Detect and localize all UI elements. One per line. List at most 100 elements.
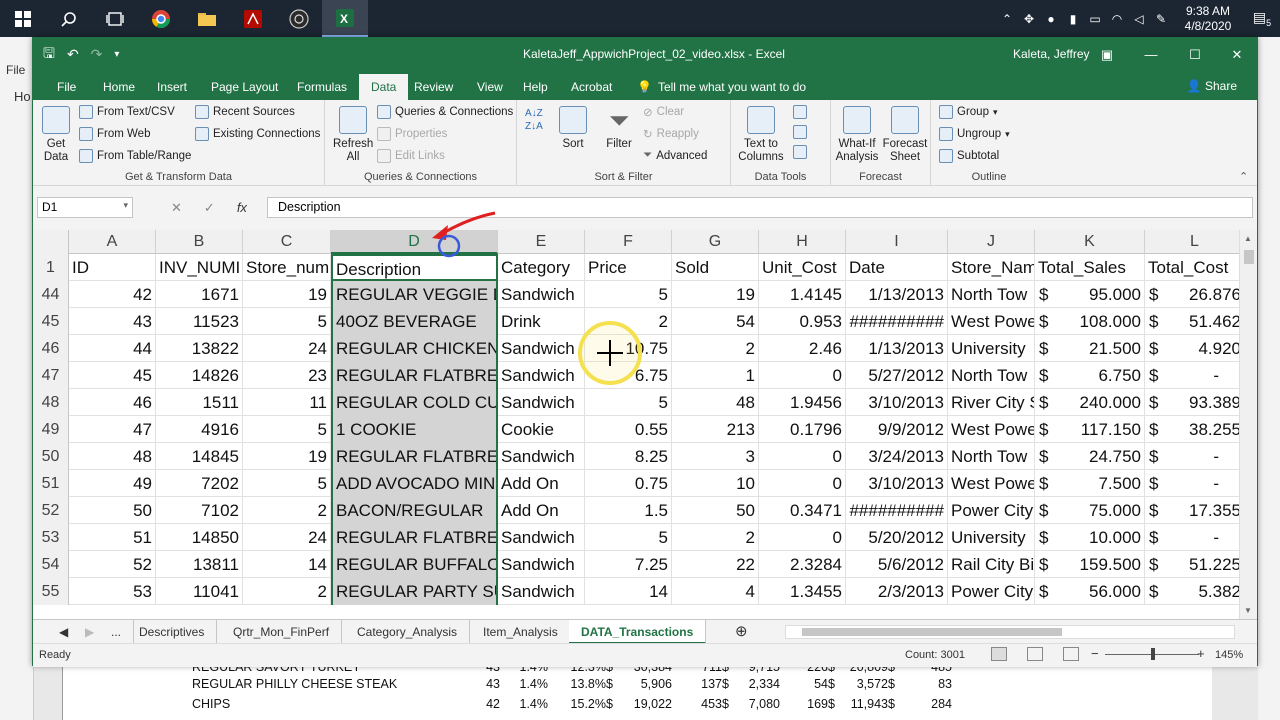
cell-A[interactable]: 42 [69, 281, 156, 308]
cell-E[interactable]: Add On [498, 470, 585, 497]
cell-H[interactable]: 0.1796 [759, 416, 846, 443]
cell-K[interactable]: $56.000 [1035, 578, 1145, 605]
cell-H[interactable]: 2.3284 [759, 551, 846, 578]
cell-A[interactable]: 43 [69, 308, 156, 335]
cell-G[interactable]: 2 [672, 524, 759, 551]
cell-K[interactable]: $7.500 [1035, 470, 1145, 497]
search-icon[interactable] [46, 0, 92, 37]
save-icon[interactable]: 🖫 [43, 43, 55, 67]
existing-connections-button[interactable]: Existing Connections [195, 127, 320, 141]
clock[interactable]: 9:38 AM 4/8/2020 [1172, 4, 1244, 34]
task-view-icon[interactable] [92, 0, 138, 37]
cell-E[interactable]: Sandwich [498, 551, 585, 578]
cell-L[interactable]: $ - [1145, 362, 1239, 389]
maximize-button[interactable]: ☐ [1173, 38, 1217, 71]
start-icon[interactable] [0, 0, 46, 37]
cell-K[interactable]: $24.750 [1035, 443, 1145, 470]
cell-K[interactable]: $159.500 [1035, 551, 1145, 578]
get-data-button[interactable]: Get Data [39, 106, 73, 164]
cell-A[interactable]: 47 [69, 416, 156, 443]
cell-A[interactable]: 48 [69, 443, 156, 470]
cell-F[interactable]: 10.75 [585, 335, 672, 362]
cell-I[interactable]: 5/20/2012 [846, 524, 948, 551]
group-button[interactable]: Group ▾ [939, 105, 998, 119]
data-validation-icon[interactable] [793, 145, 807, 159]
cell-J[interactable]: West Powe [948, 416, 1035, 443]
cell-E[interactable]: Sandwich [498, 389, 585, 416]
header-cell-D[interactable]: Description [331, 254, 498, 281]
cell-G[interactable]: 2 [672, 335, 759, 362]
cell-B[interactable]: 14826 [156, 362, 243, 389]
cell-B[interactable]: 13822 [156, 335, 243, 362]
cell-E[interactable]: Sandwich [498, 362, 585, 389]
cell-I[interactable]: 1/13/2013 [846, 335, 948, 362]
name-box[interactable]: D1 ▾ [37, 197, 133, 218]
column-header-F[interactable]: F [585, 230, 672, 254]
obs-icon[interactable] [276, 0, 322, 37]
column-header-D[interactable]: D [331, 230, 498, 254]
tab-insert[interactable]: Insert [145, 74, 199, 100]
header-cell-L[interactable]: Total_Cost [1145, 254, 1239, 281]
worksheet-grid[interactable]: ABCDEFGHIJKL 1 ID INV_NUMI Store_num Descrip… [33, 230, 1239, 619]
cell-J[interactable]: West Powe [948, 470, 1035, 497]
cell-B[interactable]: 4916 [156, 416, 243, 443]
column-header-G[interactable]: G [672, 230, 759, 254]
cell-E[interactable]: Sandwich [498, 578, 585, 605]
minimize-button[interactable]: — [1129, 38, 1173, 71]
chevron-up-icon[interactable]: ⌃ [996, 12, 1018, 26]
from-web-button[interactable]: From Web [79, 127, 150, 141]
from-table-range-button[interactable]: From Table/Range [79, 149, 191, 163]
cell-H[interactable]: 0.3471 [759, 497, 846, 524]
name-box-dropdown-icon[interactable]: ▾ [123, 200, 128, 211]
cell-F[interactable]: 1.5 [585, 497, 672, 524]
column-header-I[interactable]: I [846, 230, 948, 254]
cell-I[interactable]: 5/27/2012 [846, 362, 948, 389]
cell-E[interactable]: Sandwich [498, 443, 585, 470]
cell-C[interactable]: 2 [243, 578, 331, 605]
cell-L[interactable]: $51.462 [1145, 308, 1239, 335]
confirm-entry-icon[interactable]: ✓ [204, 200, 215, 216]
cell-C[interactable]: 5 [243, 470, 331, 497]
cancel-entry-icon[interactable]: ✕ [171, 200, 182, 216]
select-all-corner[interactable] [33, 230, 69, 254]
redo-icon[interactable]: ↷ [91, 46, 103, 63]
cell-C[interactable]: 5 [243, 308, 331, 335]
cell-C[interactable]: 24 [243, 524, 331, 551]
row-header[interactable]: 45 [33, 308, 69, 335]
cell-D[interactable]: 40OZ BEVERAGE [331, 308, 498, 335]
sheet-tab-qrtr-mon-finperf[interactable]: Qrtr_Mon_FinPerf [221, 620, 343, 644]
cell-J[interactable]: River City S [948, 389, 1035, 416]
forecast-sheet-button[interactable]: Forecast Sheet [881, 106, 929, 164]
cell-I[interactable]: ########## [846, 308, 948, 335]
wifi-icon[interactable]: ◠ [1106, 12, 1128, 26]
ribbon-display-options-icon[interactable]: ▣ [1085, 38, 1129, 71]
queries-connections-button[interactable]: Queries & Connections [377, 105, 513, 119]
flash-fill-icon[interactable] [793, 105, 807, 119]
sort-ascending-icon[interactable]: A↓Z Z↓A [525, 108, 543, 132]
cell-G[interactable]: 1 [672, 362, 759, 389]
header-cell-H[interactable]: Unit_Cost [759, 254, 846, 281]
header-cell-G[interactable]: Sold [672, 254, 759, 281]
cell-I[interactable]: 3/10/2013 [846, 389, 948, 416]
row-header[interactable]: 54 [33, 551, 69, 578]
cell-J[interactable]: Power City [948, 578, 1035, 605]
recent-sources-button[interactable]: Recent Sources [195, 105, 295, 119]
cell-D[interactable]: BACON/REGULAR [331, 497, 498, 524]
row-header[interactable]: 49 [33, 416, 69, 443]
cell-G[interactable]: 48 [672, 389, 759, 416]
cell-B[interactable]: 14850 [156, 524, 243, 551]
sheet-tab-category-analysis[interactable]: Category_Analysis [345, 620, 471, 644]
cell-B[interactable]: 1671 [156, 281, 243, 308]
remove-duplicates-icon[interactable] [793, 125, 807, 139]
cell-K[interactable]: $21.500 [1035, 335, 1145, 362]
cell-A[interactable]: 52 [69, 551, 156, 578]
cell-A[interactable]: 53 [69, 578, 156, 605]
excel-icon[interactable]: X [322, 0, 368, 37]
tab-review[interactable]: Review [402, 74, 465, 100]
formula-input[interactable]: Description [267, 197, 1253, 218]
cell-E[interactable]: Sandwich [498, 281, 585, 308]
row-header[interactable]: 53 [33, 524, 69, 551]
cell-L[interactable]: $51.225 [1145, 551, 1239, 578]
cell-D[interactable]: REGULAR BUFFALO C [331, 551, 498, 578]
cell-H[interactable]: 2.46 [759, 335, 846, 362]
